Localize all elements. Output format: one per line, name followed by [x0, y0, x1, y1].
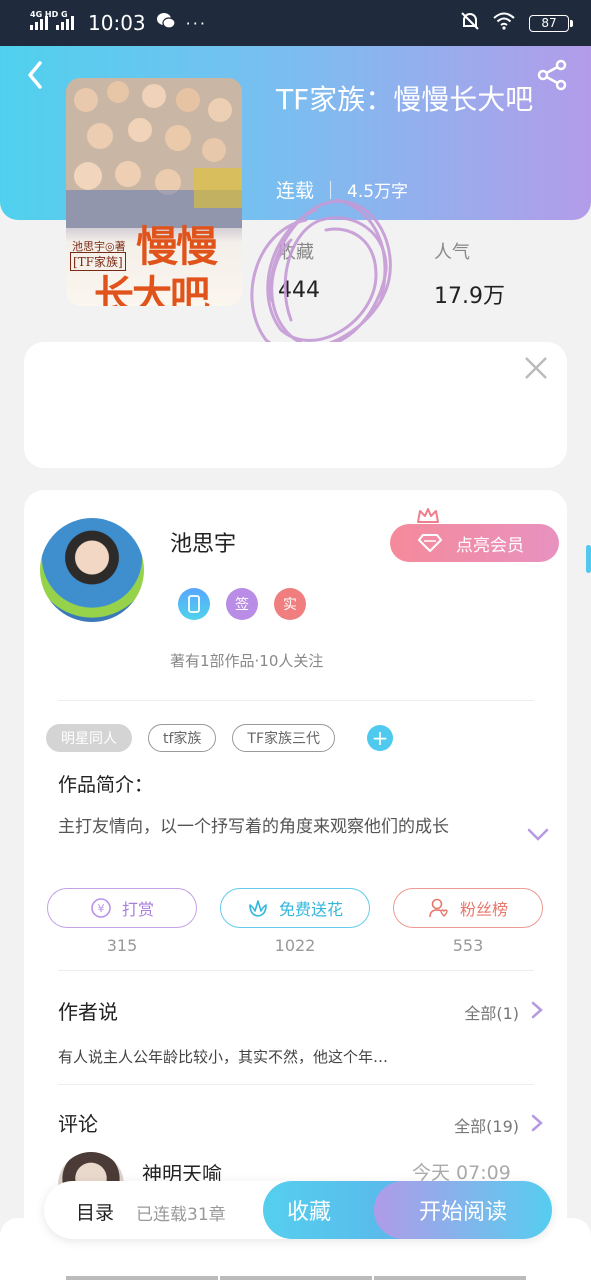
plus-icon: + — [371, 726, 389, 750]
add-tag-button[interactable]: + — [367, 725, 394, 751]
start-reading-button[interactable]: 开始阅读 — [374, 1181, 552, 1239]
reward-count: 315 — [106, 936, 138, 955]
vip-button-label: 点亮会员 — [456, 535, 524, 556]
flower-count: 1022 — [274, 936, 316, 955]
author-avatar[interactable] — [40, 518, 144, 622]
collect-value: 444 — [278, 278, 320, 303]
vip-button[interactable]: 点亮会员 — [390, 524, 559, 562]
fan-user-icon — [429, 898, 448, 918]
book-meta: 连载 4.5万字 — [276, 176, 408, 203]
reward-button[interactable]: ¥ 打赏 — [47, 888, 197, 928]
author-says-all-link[interactable]: 全部(1) — [464, 1000, 519, 1024]
send-flower-button[interactable]: 免费送花 — [220, 888, 370, 928]
more-notifications: ··· — [185, 13, 207, 33]
diamond-icon — [418, 534, 442, 552]
fan-ranking-button[interactable]: 粉丝榜 — [393, 888, 543, 928]
serial-status: 连载 — [276, 180, 315, 202]
popularity-stat: 人气 17.9万 — [434, 238, 505, 310]
intro-text: 主打友情向，以一个抒写着的角度来观察他们的成长 — [58, 817, 449, 837]
tag-item[interactable]: TF家族三代 — [232, 724, 336, 752]
back-button[interactable] — [18, 58, 52, 92]
chapter-count: 已连载31章 — [136, 1205, 226, 1225]
tag-item[interactable]: tf家族 — [148, 724, 217, 752]
comments-title: 评论 — [58, 1112, 98, 1136]
popularity-value: 17.9万 — [434, 284, 505, 309]
send-flower-label: 免费送花 — [278, 900, 343, 919]
fan-ranking-label: 粉丝榜 — [459, 900, 508, 919]
mute-bell-icon — [461, 11, 479, 35]
fans-count: 553 — [452, 936, 484, 955]
close-banner-button[interactable] — [520, 352, 552, 384]
word-count: 4.5万字 — [347, 182, 409, 202]
wifi-icon — [493, 12, 515, 34]
collect-label: 收藏 — [278, 242, 314, 263]
chevron-down-icon — [527, 828, 549, 841]
crown-icon — [417, 508, 439, 523]
collect-button-label: 收藏 — [287, 1200, 332, 1225]
tag-item[interactable]: 明星同人 — [46, 724, 132, 752]
cover-title-line2: 长大吧 — [94, 272, 210, 306]
scrollbar-thumb[interactable] — [586, 545, 591, 573]
author-badges: 签 实 — [178, 588, 306, 620]
yen-icon: ¥ — [91, 898, 111, 918]
wechat-icon — [156, 12, 176, 34]
network-type: 4G HD G — [30, 10, 68, 19]
chevron-right-icon[interactable] — [530, 1113, 544, 1133]
meta-divider — [330, 180, 332, 199]
book-title: TF家族：慢慢长大吧 — [276, 83, 534, 116]
divider — [58, 1084, 534, 1085]
flower-icon — [249, 900, 267, 917]
collect-stat: 收藏 444 — [278, 238, 320, 303]
status-bar: 4G HD G 10:03 ··· 87 — [0, 0, 591, 46]
back-arrow-icon — [28, 61, 42, 89]
popularity-label: 人气 — [434, 242, 470, 263]
tag-list: 明星同人 tf家族 TF家族三代 + — [46, 724, 394, 752]
author-says-title: 作者说 — [58, 1000, 118, 1024]
signal-icon: 4G HD G — [30, 10, 74, 30]
comments-all-link[interactable]: 全部(19) — [454, 1113, 519, 1137]
signed-author-badge: 签 — [226, 588, 258, 620]
scroll-indicator — [66, 1276, 526, 1280]
real-name-badge: 实 — [274, 588, 306, 620]
expand-intro-button[interactable] — [526, 822, 550, 846]
divider — [58, 700, 534, 701]
author-name[interactable]: 池思宇 — [170, 526, 236, 558]
clock: 10:03 — [88, 11, 146, 35]
reward-label: 打赏 — [121, 900, 154, 919]
author-says-text[interactable]: 有人说主人公年龄比较小，其实不然，他这个年… — [58, 1046, 388, 1067]
intro-title: 作品简介： — [58, 774, 154, 796]
svg-text:¥: ¥ — [97, 902, 104, 915]
phone-verified-icon — [178, 588, 210, 620]
chevron-right-icon[interactable] — [530, 1000, 544, 1020]
close-icon — [525, 357, 547, 379]
book-cover[interactable]: 池思宇◎著 [TF家族] 慢慢 长大吧 — [66, 78, 242, 306]
toc-button[interactable]: 目录 — [76, 1198, 114, 1225]
divider — [58, 970, 534, 971]
author-works-summary: 著有1部作品·10人关注 — [170, 652, 324, 670]
start-reading-label: 开始阅读 — [418, 1200, 507, 1225]
empty-banner-card — [24, 342, 567, 468]
battery-indicator: 87 — [529, 14, 573, 32]
cover-photo-group — [66, 78, 242, 228]
